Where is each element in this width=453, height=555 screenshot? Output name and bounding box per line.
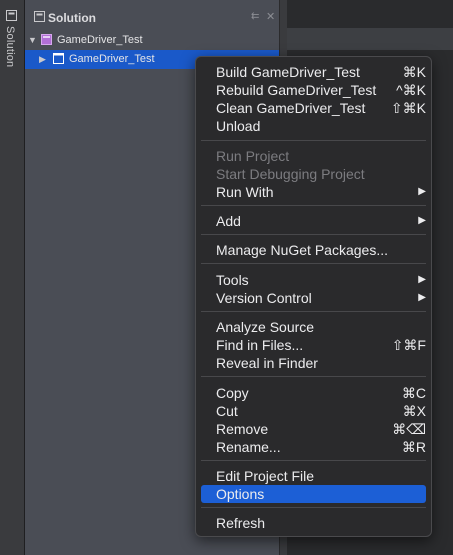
menu-separator xyxy=(201,263,426,264)
collapse-triangle-icon[interactable]: ▶ xyxy=(39,54,46,65)
menu-separator xyxy=(201,234,426,235)
menu-separator xyxy=(201,376,426,377)
menu-item-refresh[interactable]: Refresh xyxy=(201,514,426,532)
submenu-arrow-icon: ▶ xyxy=(418,274,426,285)
menu-item-rename[interactable]: Rename... ⌘R xyxy=(201,438,426,456)
menu-item-cut[interactable]: Cut ⌘X xyxy=(201,402,426,420)
menu-separator xyxy=(201,311,426,312)
menu-item-add[interactable]: Add ▶ xyxy=(201,212,426,230)
project-icon xyxy=(53,53,64,64)
menu-item-run-project: Run Project xyxy=(216,148,290,164)
close-pane-icon[interactable]: ✕ xyxy=(266,10,275,23)
context-menu: Build GameDriver_Test ⌘K Rebuild GameDri… xyxy=(195,56,432,537)
menu-item-tools[interactable]: Tools ▶ xyxy=(201,271,426,289)
menu-separator xyxy=(201,205,426,206)
menu-item-build[interactable]: Build GameDriver_Test ⌘K xyxy=(201,63,426,81)
menu-item-clean[interactable]: Clean GameDriver_Test ⇧⌘K xyxy=(201,99,426,117)
menu-item-find-in-files[interactable]: Find in Files... ⇧⌘F xyxy=(201,336,426,354)
solution-pane-header: Solution ⇇ ✕ xyxy=(25,0,279,30)
menu-item-reveal-in-finder[interactable]: Reveal in Finder xyxy=(201,354,426,372)
shortcut: ⌘R xyxy=(401,439,426,455)
left-tool-strip: Solution xyxy=(0,0,25,555)
menu-separator xyxy=(201,460,426,461)
solution-icon xyxy=(41,34,52,45)
solution-label: GameDriver_Test xyxy=(57,34,143,46)
menu-item-copy[interactable]: Copy ⌘C xyxy=(201,384,426,402)
menu-item-rebuild[interactable]: Rebuild GameDriver_Test ^⌘K xyxy=(201,81,426,99)
dock-arrows-icon[interactable]: ⇇ xyxy=(251,11,259,22)
submenu-arrow-icon: ▶ xyxy=(418,186,426,197)
submenu-arrow-icon: ▶ xyxy=(418,215,426,226)
shortcut: ⇧⌘K xyxy=(390,100,426,116)
editor-tab-bar xyxy=(287,28,453,50)
shortcut: ^⌘K xyxy=(396,82,426,98)
menu-item-version-control[interactable]: Version Control ▶ xyxy=(201,289,426,307)
pad-icon[interactable] xyxy=(6,10,17,21)
menu-item-analyze-source[interactable]: Analyze Source xyxy=(201,318,426,336)
tree-item-solution[interactable]: ▼ GameDriver_Test xyxy=(25,31,279,50)
project-label: GameDriver_Test xyxy=(69,53,155,65)
solution-tab-label[interactable]: Solution xyxy=(4,26,16,67)
pane-title: Solution xyxy=(48,11,96,25)
shortcut: ⌘K xyxy=(402,64,426,80)
menu-item-run-with[interactable]: Run With ▶ xyxy=(201,183,426,201)
menu-item-unload[interactable]: Unload xyxy=(201,117,426,135)
menu-item-manage-nuget[interactable]: Manage NuGet Packages... xyxy=(201,241,426,259)
shortcut: ⇧⌘F xyxy=(391,337,426,353)
shortcut: ⌘X xyxy=(402,403,426,419)
solution-pad-icon xyxy=(34,11,45,22)
menu-separator xyxy=(201,140,426,141)
menu-item-start-debugging: Start Debugging Project xyxy=(216,166,365,182)
expand-triangle-icon[interactable]: ▼ xyxy=(28,35,37,45)
menu-item-remove[interactable]: Remove ⌘⌫ xyxy=(201,420,426,438)
shortcut: ⌘C xyxy=(401,385,426,401)
menu-item-options[interactable]: Options xyxy=(201,485,426,503)
submenu-arrow-icon: ▶ xyxy=(418,292,426,303)
shortcut: ⌘⌫ xyxy=(392,421,426,437)
menu-separator xyxy=(201,507,426,508)
menu-item-edit-project-file[interactable]: Edit Project File xyxy=(201,467,426,485)
